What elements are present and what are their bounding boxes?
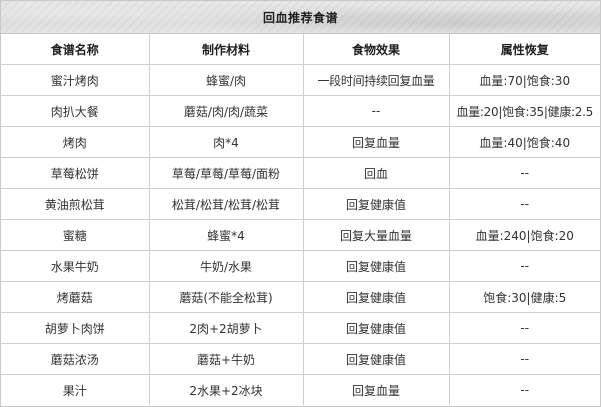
recovery-cell: -- [448,374,600,405]
recovery-cell: 饱食:30|健康:5 [448,281,600,313]
recipe-name-cell: 水果牛奶 [1,250,150,282]
effect-cell: 回复健康值 [302,281,450,313]
ingredients-cell: 2水果+2冰块 [148,374,304,405]
recipe-name-cell: 胡萝卜肉饼 [1,312,150,344]
recipe-table: 食谱名称 制作材料 食物效果 属性恢复 蜜汁烤肉 蜂蜜/肉 一段时间持续回复血量… [1,34,600,405]
column-header-ingredients: 制作材料 [148,34,304,65]
recovery-cell: -- [448,343,600,375]
recipe-name-cell: 果汁 [1,374,150,405]
table-row: 水果牛奶 牛奶/水果 回复健康值 -- [1,250,600,282]
recovery-cell: 血量:240|饱食:20 [448,219,600,251]
effect-cell: -- [302,95,450,127]
table-row: 蜜糖 蜂蜜*4 回复大量血量 血量:240|饱食:20 [1,219,600,251]
table-header-row: 食谱名称 制作材料 食物效果 属性恢复 [1,34,600,65]
table-row: 肉扒大餐 蘑菇/肉/肉/蔬菜 -- 血量:20|饱食:35|健康:2.5 [1,95,600,127]
recipe-name-cell: 烤蘑菇 [1,281,150,313]
recovery-cell: -- [448,157,600,189]
recipe-panel: 回血推荐食谱 食谱名称 制作材料 食物效果 属性恢复 蜜汁烤肉 蜂蜜/肉 一段时… [0,0,601,407]
ingredients-cell: 松茸/松茸/松茸/松茸 [148,188,304,220]
recipe-name-cell: 烤肉 [1,126,150,158]
table-row: 草莓松饼 草莓/草莓/草莓/面粉 回血 -- [1,157,600,189]
recovery-cell: 血量:70|饱食:30 [448,64,600,96]
recovery-cell: 血量:40|饱食:40 [448,126,600,158]
ingredients-cell: 蜂蜜/肉 [148,64,304,96]
table-row: 烤肉 肉*4 回复血量 血量:40|饱食:40 [1,126,600,158]
ingredients-cell: 2肉+2胡萝卜 [148,312,304,344]
effect-cell: 回血 [302,157,450,189]
recovery-cell: -- [448,250,600,282]
recipe-name-cell: 草莓松饼 [1,157,150,189]
column-header-recipe-name: 食谱名称 [1,34,150,65]
recipe-name-cell: 肉扒大餐 [1,95,150,127]
recipe-name-cell: 蜜糖 [1,219,150,251]
effect-cell: 回复健康值 [302,188,450,220]
ingredients-cell: 牛奶/水果 [148,250,304,282]
ingredients-cell: 肉*4 [148,126,304,158]
effect-cell: 回复大量血量 [302,219,450,251]
ingredients-cell: 蜂蜜*4 [148,219,304,251]
recovery-cell: 血量:20|饱食:35|健康:2.5 [448,95,600,127]
recipe-name-cell: 黄油煎松茸 [1,188,150,220]
effect-cell: 回复健康值 [302,343,450,375]
ingredients-cell: 蘑菇+牛奶 [148,343,304,375]
recovery-cell: -- [448,312,600,344]
table-row: 蜜汁烤肉 蜂蜜/肉 一段时间持续回复血量 血量:70|饱食:30 [1,64,600,96]
effect-cell: 一段时间持续回复血量 [302,64,450,96]
effect-cell: 回复健康值 [302,312,450,344]
ingredients-cell: 草莓/草莓/草莓/面粉 [148,157,304,189]
table-row: 蘑菇浓汤 蘑菇+牛奶 回复健康值 -- [1,343,600,375]
effect-cell: 回复血量 [302,374,450,405]
effect-cell: 回复健康值 [302,250,450,282]
recipe-name-cell: 蜜汁烤肉 [1,64,150,96]
table-row: 黄油煎松茸 松茸/松茸/松茸/松茸 回复健康值 -- [1,188,600,220]
table-row: 胡萝卜肉饼 2肉+2胡萝卜 回复健康值 -- [1,312,600,344]
recovery-cell: -- [448,188,600,220]
column-header-food-effect: 食物效果 [302,34,450,65]
panel-title: 回血推荐食谱 [262,10,338,25]
column-header-attribute-recovery: 属性恢复 [448,34,600,65]
ingredients-cell: 蘑菇/肉/肉/蔬菜 [148,95,304,127]
effect-cell: 回复血量 [302,126,450,158]
ingredients-cell: 蘑菇(不能全松茸) [148,281,304,313]
table-row: 果汁 2水果+2冰块 回复血量 -- [1,374,600,405]
table-row: 烤蘑菇 蘑菇(不能全松茸) 回复健康值 饱食:30|健康:5 [1,281,600,313]
panel-header: 回血推荐食谱 [1,1,600,34]
recipe-name-cell: 蘑菇浓汤 [1,343,150,375]
